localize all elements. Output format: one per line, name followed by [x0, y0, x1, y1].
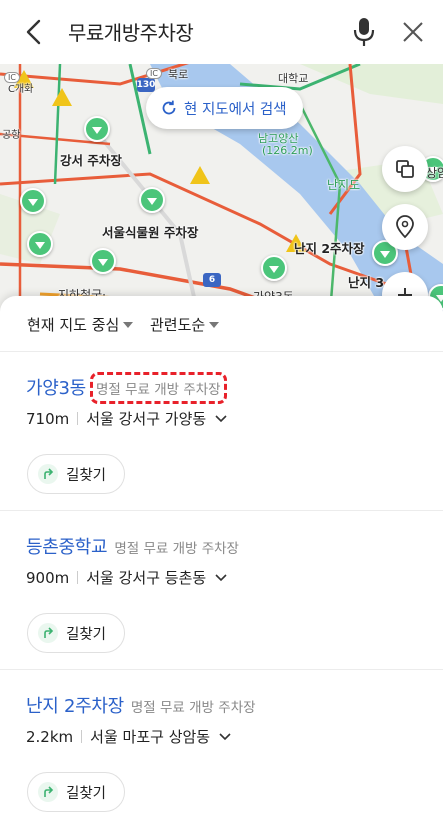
map-label-nanji2-parking: 난지 2주차장: [294, 241, 365, 256]
result-category: 명절 무료 개방 주차장: [114, 541, 239, 557]
result-info: 2.2km 서울 마포구 상암동: [26, 726, 232, 747]
search-query[interactable]: 무료개방주차장: [68, 17, 194, 46]
route-130-shield: 130: [136, 78, 156, 92]
result-address: 서울 강서구 등촌동: [86, 569, 207, 587]
result-item[interactable]: 난지 2주차장 명절 무료 개방 주차장 2.2km 서울 마포구 상암동 길찾…: [0, 670, 443, 825]
layers-icon: [396, 160, 414, 178]
result-category: 명절 무료 개방 주차장: [89, 372, 227, 404]
result-title-row: 난지 2주차장 명절 무료 개방 주차장: [26, 692, 256, 718]
back-arrow-icon[interactable]: [22, 18, 48, 46]
parking-pin[interactable]: [90, 248, 116, 274]
chevron-down-icon[interactable]: [214, 573, 228, 583]
result-distance: 2.2km: [26, 727, 74, 746]
parking-pin[interactable]: [20, 188, 46, 214]
refresh-icon: [162, 100, 176, 115]
directions-button[interactable]: 길찾기: [27, 454, 125, 494]
result-name[interactable]: 등촌중학교: [26, 533, 108, 559]
ic-badge: IC: [4, 72, 20, 83]
directions-label: 길찾기: [66, 467, 107, 484]
result-name[interactable]: 난지 2주차장: [26, 692, 124, 718]
divider: [77, 571, 79, 584]
result-info: 900m 서울 강서구 등촌동: [26, 567, 228, 588]
result-name[interactable]: 가양3동: [26, 374, 86, 400]
result-title-row: 가양3동 명절 무료 개방 주차장: [26, 372, 227, 404]
sort-bar: 현재 지도 중심 관련도순: [0, 296, 443, 352]
map-label-sangam: 상암: [426, 166, 443, 180]
directions-icon: [38, 464, 58, 484]
result-address: 서울 강서구 가양동: [86, 410, 207, 428]
map-view[interactable]: 130 6 C개화 공항 북로 대학교 남고양산 (126.2m) 강서 주차장…: [0, 64, 443, 324]
directions-label: 길찾기: [66, 785, 107, 802]
parking-pin[interactable]: [139, 187, 165, 213]
microphone-icon[interactable]: [350, 16, 378, 48]
map-center-label: 현재 지도 중심: [27, 316, 120, 334]
results-sheet: 현재 지도 중심 관련도순 가양3동 명절 무료 개방 주차장 710m 서울 …: [0, 296, 443, 825]
construction-warning-icon: [52, 88, 72, 106]
directions-button[interactable]: 길찾기: [27, 613, 125, 653]
map-label-botanic-parking: 서울식물원 주차장: [102, 225, 199, 240]
parking-pin[interactable]: [261, 255, 287, 281]
map-label-bukro: 북로: [168, 68, 189, 81]
layers-button[interactable]: [382, 146, 428, 192]
search-this-area-button[interactable]: 현 지도에서 검색: [146, 87, 303, 129]
route-6-shield: 6: [203, 273, 221, 287]
divider: [77, 412, 79, 425]
result-title-row: 등촌중학교 명절 무료 개방 주차장: [26, 533, 239, 559]
divider: [81, 730, 83, 743]
construction-warning-icon: [190, 166, 210, 184]
dropdown-triangle-icon: [123, 321, 134, 328]
result-info: 710m 서울 강서구 가양동: [26, 408, 228, 429]
map-label-gangseo-parking: 강서 주차장: [60, 153, 122, 168]
chevron-down-icon[interactable]: [214, 414, 228, 424]
my-location-button[interactable]: [382, 204, 428, 250]
ic-badge: IC: [146, 68, 162, 79]
directions-label: 길찾기: [66, 626, 107, 643]
location-pin-icon: [396, 215, 414, 239]
result-distance: 710m: [26, 409, 70, 428]
map-label-altitude: (126.2m): [262, 144, 313, 157]
dropdown-triangle-icon: [209, 321, 220, 328]
parking-pin[interactable]: [27, 231, 53, 257]
map-label-nanjido: 난지도: [327, 178, 361, 192]
chevron-down-icon[interactable]: [218, 732, 232, 742]
map-label-nanji3: 난지 3: [348, 275, 385, 290]
result-item[interactable]: 등촌중학교 명절 무료 개방 주차장 900m 서울 강서구 등촌동 길찾기: [0, 511, 443, 670]
result-distance: 900m: [26, 568, 70, 587]
relevance-sort-dropdown[interactable]: 관련도순: [150, 314, 220, 335]
directions-icon: [38, 782, 58, 802]
close-icon[interactable]: [400, 19, 426, 45]
map-label-gonghang: 공항: [2, 130, 21, 141]
result-item[interactable]: 가양3동 명절 무료 개방 주차장 710m 서울 강서구 가양동 길찾기: [0, 352, 443, 511]
directions-button[interactable]: 길찾기: [27, 772, 125, 812]
result-address: 서울 마포구 상암동: [90, 728, 211, 746]
map-center-dropdown[interactable]: 현재 지도 중심: [27, 314, 134, 335]
result-category: 명절 무료 개방 주차장: [130, 700, 256, 716]
relevance-sort-label: 관련도순: [150, 316, 206, 334]
directions-icon: [38, 623, 58, 643]
map-label-univ: 대학교: [278, 72, 309, 85]
parking-pin[interactable]: [84, 116, 110, 142]
search-bar: 무료개방주차장: [0, 0, 443, 64]
search-this-area-label: 현 지도에서 검색: [184, 101, 287, 118]
